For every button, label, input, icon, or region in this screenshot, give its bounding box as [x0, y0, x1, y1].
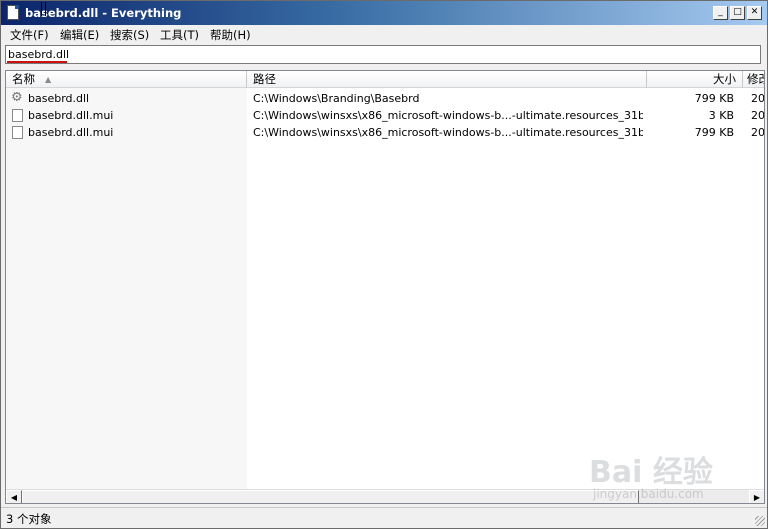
column-size-label: 大小 [713, 72, 736, 86]
column-header-path[interactable]: 路径 [247, 71, 647, 88]
minimize-button[interactable]: _ [713, 6, 728, 20]
scroll-left-arrow-icon[interactable]: ◀ [6, 490, 22, 503]
column-header-date[interactable]: 修改 [743, 71, 764, 88]
list-item[interactable]: basebrd.dll.mui C:\Windows\winsxs\x86_mi… [6, 107, 765, 124]
scrollbar-thumb[interactable] [22, 490, 639, 503]
menu-bar: 文件(F) 编辑(E) 搜索(S) 工具(T) 帮助(H) [1, 25, 767, 43]
horizontal-scrollbar[interactable]: ◀ ▶ [6, 489, 764, 503]
gear-file-icon: ⚙ [12, 92, 23, 105]
file-path: C:\Windows\Branding\Basebrd [253, 92, 420, 105]
file-path: C:\Windows\winsxs\x86_microsoft-windows-… [253, 126, 643, 139]
column-path-label: 路径 [253, 72, 276, 86]
red-underline-annotation [7, 61, 67, 63]
search-input[interactable] [8, 47, 748, 62]
column-header: 名称 ▲ 路径 大小 修改 [6, 71, 764, 88]
sorted-column-shading [6, 88, 247, 489]
close-button[interactable]: ✕ [747, 6, 762, 20]
file-name: basebrd.dll.mui [28, 109, 114, 122]
document-icon [7, 5, 19, 20]
resize-grip-icon[interactable] [755, 516, 765, 526]
app-window: basebrd.dll - Everything _ □ ✕ 文件(F) 编辑(… [0, 0, 768, 529]
file-date: 200 [751, 92, 765, 105]
file-size: 799 KB [694, 126, 734, 139]
status-bar: 3 个对象 [1, 507, 767, 528]
scroll-right-arrow-icon[interactable]: ▶ [749, 490, 764, 503]
file-date: 20 [751, 109, 765, 122]
window-title: basebrd.dll - Everything [25, 6, 182, 20]
search-box[interactable] [5, 45, 761, 64]
menu-search[interactable]: 搜索(S) [110, 27, 149, 43]
text-cursor-icon [41, 2, 46, 16]
results-list[interactable]: 名称 ▲ 路径 大小 修改 ⚙ basebrd.dll C:\Windows\Br… [5, 70, 765, 504]
sort-ascending-icon: ▲ [45, 75, 52, 84]
column-header-size[interactable]: 大小 [647, 71, 743, 88]
file-name: basebrd.dll [28, 92, 90, 105]
list-item[interactable]: basebrd.dll.mui C:\Windows\winsxs\x86_mi… [6, 124, 765, 141]
file-path: C:\Windows\winsxs\x86_microsoft-windows-… [253, 109, 643, 122]
menu-tools[interactable]: 工具(T) [160, 27, 199, 43]
file-size: 799 KB [694, 92, 734, 105]
object-count: 3 个对象 [6, 512, 52, 526]
column-name-label: 名称 [12, 72, 35, 86]
menu-file[interactable]: 文件(F) [10, 27, 49, 43]
file-name: basebrd.dll.mui [28, 126, 114, 139]
maximize-button[interactable]: □ [730, 6, 745, 20]
file-icon [12, 109, 24, 122]
list-item[interactable]: ⚙ basebrd.dll C:\Windows\Branding\Basebr… [6, 90, 765, 107]
menu-edit[interactable]: 编辑(E) [60, 27, 99, 43]
column-header-name[interactable]: 名称 ▲ [6, 71, 247, 88]
column-date-label: 修改 [747, 72, 764, 86]
file-date: 20 [751, 126, 765, 139]
file-icon [12, 126, 24, 139]
file-size: 3 KB [708, 109, 734, 122]
title-bar[interactable]: basebrd.dll - Everything _ □ ✕ [1, 1, 767, 25]
menu-help[interactable]: 帮助(H) [210, 27, 251, 43]
